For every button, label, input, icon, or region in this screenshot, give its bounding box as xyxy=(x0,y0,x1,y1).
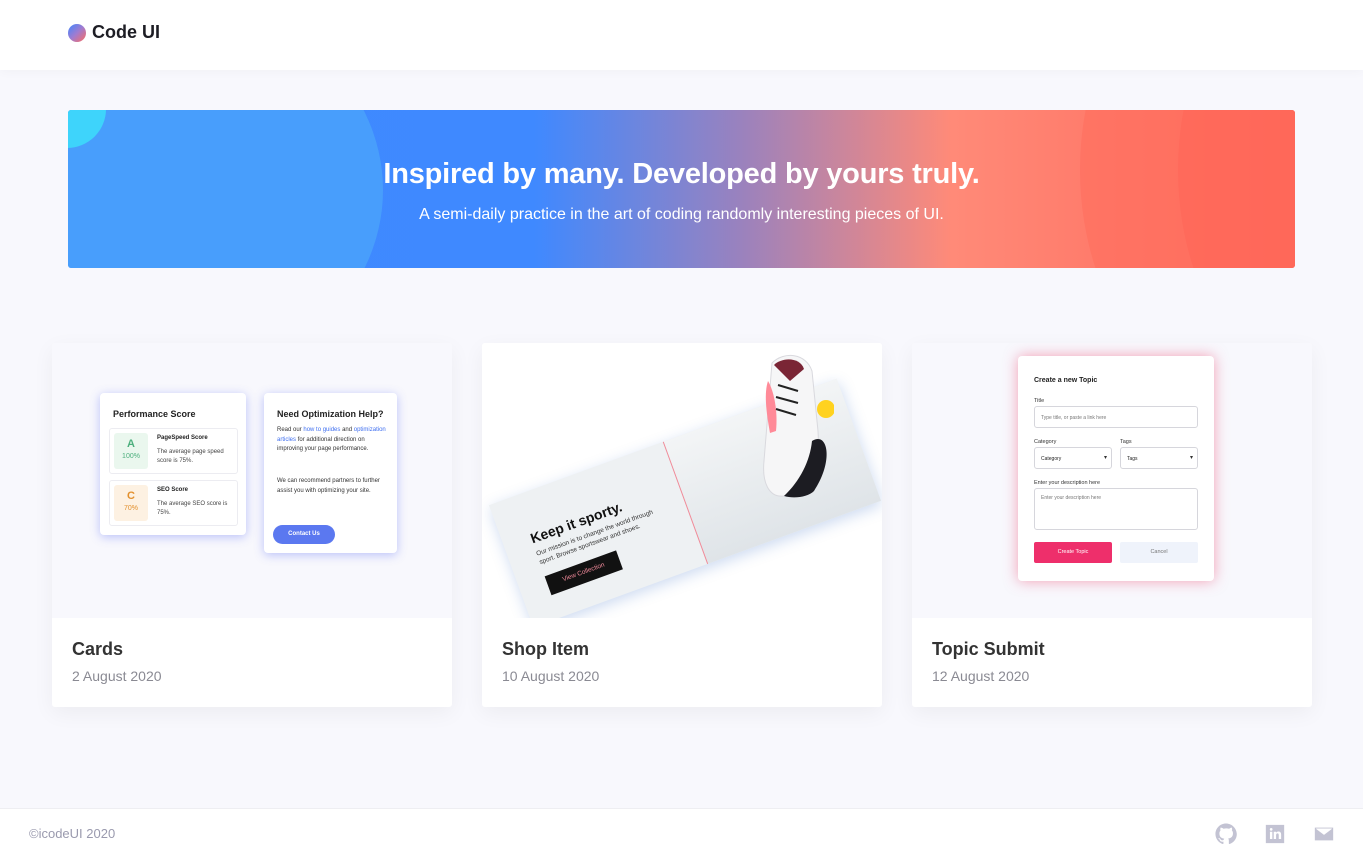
mail-icon[interactable] xyxy=(1313,823,1335,845)
site-footer: ©icodeUI 2020 xyxy=(0,808,1363,856)
brand-link[interactable]: Code UI xyxy=(68,22,160,43)
card-preview-image: Performance Score A 100% PageSpeed Score… xyxy=(52,343,452,618)
hero-title: Inspired by many. Developed by yours tru… xyxy=(383,158,980,190)
grade-percent: 100% xyxy=(122,453,140,460)
brand-name: Code UI xyxy=(92,22,161,42)
grade-letter: A xyxy=(127,438,135,450)
project-card-topic-submit[interactable]: Create a new Topic Title Type title, or … xyxy=(912,343,1312,707)
hero-subtitle: A semi-daily practice in the art of codi… xyxy=(419,206,944,223)
score-title: SEO Score xyxy=(157,487,189,493)
preview-help-text: Read our how to guides and optimization … xyxy=(277,426,389,455)
card-date: 10 August 2020 xyxy=(502,668,600,684)
grade-letter: C xyxy=(127,490,135,502)
card-title: Shop Item xyxy=(502,639,590,659)
preview-desc-textarea: Enter your description here xyxy=(1034,488,1198,530)
copyright-text: ©icodeUI 2020 xyxy=(29,826,116,841)
linkedin-icon[interactable] xyxy=(1264,823,1286,845)
preview-score-row: C 70% SEO Score The average SEO score is… xyxy=(109,480,238,526)
select-value: Category xyxy=(1041,456,1062,462)
chevron-down-icon: ▾ xyxy=(1189,455,1193,461)
card-title: Cards xyxy=(72,639,124,659)
shoe-icon xyxy=(763,355,834,498)
preview-help-card: Need Optimization Help? Read our how to … xyxy=(264,393,397,553)
preview-tags-label: Tags xyxy=(1120,439,1132,445)
card-date: 12 August 2020 xyxy=(932,668,1030,684)
help-link: how to guides xyxy=(303,427,341,433)
preview-heading: Performance Score xyxy=(113,409,196,419)
brand-logo-icon xyxy=(68,23,86,42)
score-desc: The average page speed score is 75%. xyxy=(157,449,224,464)
preview-title-label: Title xyxy=(1034,398,1045,404)
preview-help-text: We can recommend partners to further ass… xyxy=(277,478,380,494)
preview-category-label: Category xyxy=(1034,439,1057,445)
github-icon[interactable] xyxy=(1215,823,1237,845)
preview-performance-card: Performance Score A 100% PageSpeed Score… xyxy=(100,393,246,535)
card-date: 2 August 2020 xyxy=(72,668,162,684)
preview-score-row: A 100% PageSpeed Score The average page … xyxy=(109,428,238,474)
site-header: Code UI xyxy=(0,0,1363,70)
grade-badge: C 70% xyxy=(114,485,148,521)
score-desc: The average SEO score is 75%. xyxy=(157,501,228,516)
preview-cancel-button: Cancel xyxy=(1120,542,1198,563)
preview-tags-select: Tags ▾ xyxy=(1120,447,1198,469)
preview-create-button: Create Topic xyxy=(1034,542,1112,563)
hero-banner: Inspired by many. Developed by yours tru… xyxy=(68,110,1295,268)
grade-badge: A 100% xyxy=(114,433,148,469)
preview-category-select: Category ▾ xyxy=(1034,447,1112,469)
preview-desc-label: Enter your description here xyxy=(1034,480,1101,486)
card-title: Topic Submit xyxy=(932,639,1045,659)
card-preview-image: Keep it sporty. Our mission is to change… xyxy=(482,343,882,618)
grade-percent: 70% xyxy=(123,505,138,512)
help-text: and xyxy=(342,427,353,433)
preview-form-heading: Create a new Topic xyxy=(1034,377,1098,384)
score-title: PageSpeed Score xyxy=(157,435,208,441)
preview-contact-button: Contact Us xyxy=(273,525,335,544)
help-text: Read our xyxy=(277,427,302,433)
project-card-shop-item[interactable]: Keep it sporty. Our mission is to change… xyxy=(482,343,882,707)
select-value: Tags xyxy=(1127,456,1138,462)
project-card-cards[interactable]: Performance Score A 100% PageSpeed Score… xyxy=(52,343,452,707)
card-preview-image: Create a new Topic Title Type title, or … xyxy=(912,343,1312,618)
preview-title-input: Type title, or paste a link here xyxy=(1034,406,1198,428)
chevron-down-icon: ▾ xyxy=(1103,455,1107,461)
preview-heading: Need Optimization Help? xyxy=(277,409,384,419)
preview-topic-form: Create a new Topic Title Type title, or … xyxy=(1018,356,1214,581)
